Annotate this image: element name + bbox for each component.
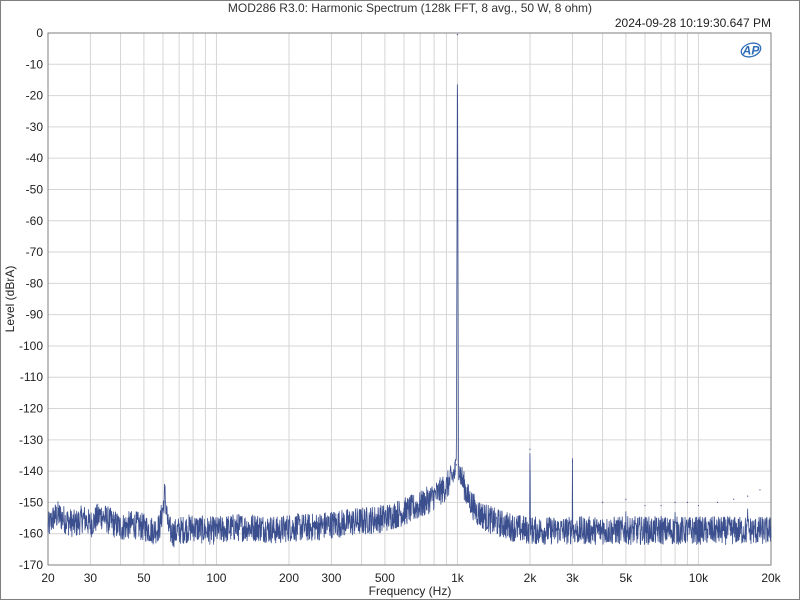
data-point (733, 498, 735, 500)
x-tick-label: 500 (375, 571, 395, 585)
y-tick-label: -60 (26, 214, 44, 228)
data-point (456, 33, 459, 36)
x-tick-label: 3k (566, 571, 580, 585)
x-tick-label: 20k (761, 571, 781, 585)
y-tick-label: -50 (26, 182, 44, 196)
data-point (458, 470, 461, 472)
x-tick-label: 30 (84, 571, 98, 585)
data-point (445, 486, 448, 488)
y-axis-label: Level (dBrA) (3, 266, 17, 333)
x-tick-label: 2k (524, 571, 538, 585)
data-point (674, 501, 676, 504)
data-point (455, 464, 457, 466)
data-point (461, 479, 464, 482)
y-tick-label: -140 (19, 464, 43, 478)
x-tick-label: 200 (279, 571, 299, 585)
data-point (747, 495, 749, 497)
y-tick-label: -150 (19, 495, 43, 509)
data-point (457, 464, 460, 466)
x-tick-label: 5k (620, 571, 634, 585)
data-point (451, 476, 453, 478)
data-point (686, 501, 689, 504)
data-point (625, 498, 627, 500)
x-tick-label: 100 (206, 571, 226, 585)
y-tick-label: -80 (26, 276, 44, 290)
grid-lines (48, 33, 771, 565)
y-tick-label: -90 (26, 308, 44, 322)
y-tick-label: -110 (20, 370, 43, 384)
data-point (529, 448, 531, 450)
y-tick-label: -170 (19, 558, 43, 572)
tick-labels: 20 30 50 100 200 300 500 1k 2k 3k 5k 10k 20k 0 -10 -20 -… (19, 26, 782, 585)
chart-timestamp: 2024-09-28 10:19:30.647 PM (615, 16, 771, 30)
harmonic-spectrum-chart: MOD286 R3.0: Harmonic Spectrum (128k FFT… (3, 1, 782, 598)
y-tick-label: -130 (19, 433, 43, 447)
y-tick-label: -20 (26, 89, 44, 103)
y-tick-label: -30 (26, 120, 44, 134)
ap-logo: AP (740, 42, 762, 58)
y-tick-label: -160 (19, 527, 43, 541)
data-point (716, 501, 719, 504)
data-point (571, 461, 574, 463)
data-point (697, 504, 700, 507)
data-point (759, 489, 761, 491)
y-tick-label: 0 (36, 26, 43, 40)
y-tick-label: -40 (26, 151, 44, 165)
x-tick-label: 300 (321, 571, 341, 585)
data-point (644, 504, 646, 507)
data-point (660, 504, 662, 507)
series-line (47, 84, 772, 548)
y-tick-label: -100 (19, 339, 43, 353)
x-tick-label: 10k (689, 571, 709, 585)
x-tick-label: 20 (41, 571, 55, 585)
x-tick-label: 1k (451, 571, 465, 585)
x-axis-label: Frequency (Hz) (369, 584, 452, 598)
data-layer (47, 33, 772, 548)
ap-logo-text: AP (742, 44, 761, 58)
y-tick-label: -10 (26, 57, 44, 71)
data-point (466, 495, 469, 497)
data-point (433, 495, 435, 497)
data-point (164, 492, 166, 494)
data-point (419, 504, 421, 507)
data-point (454, 470, 456, 472)
x-tick-label: 50 (137, 571, 151, 585)
plot-area (47, 32, 772, 566)
data-point (601, 501, 604, 504)
chart-title: MOD286 R3.0: Harmonic Spectrum (128k FFT… (228, 1, 592, 15)
y-tick-label: -70 (26, 245, 44, 259)
y-tick-label: -120 (19, 402, 43, 416)
